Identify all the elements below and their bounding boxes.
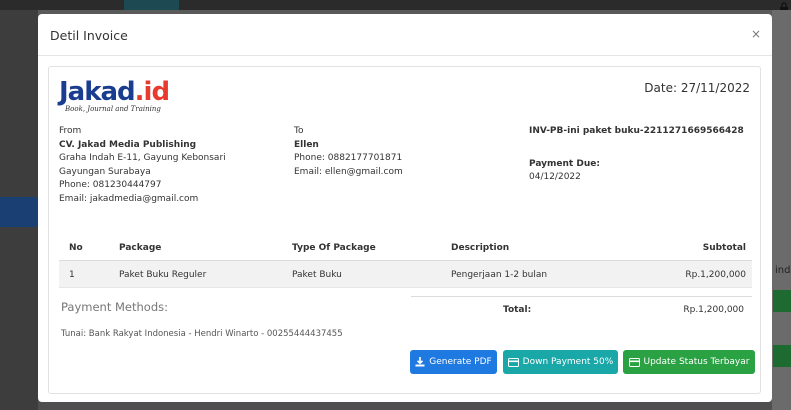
invoice-table: No Package Type Of Package Description S… <box>59 235 752 288</box>
download-icon <box>415 357 425 367</box>
cell-package: Paket Buku Reguler <box>119 270 207 280</box>
background-sidebar-active-item <box>0 197 38 227</box>
from-address-1: Graha Indah E-11, Gayung Kebonsari <box>59 153 226 163</box>
payment-due-label: Payment Due: <box>529 158 600 169</box>
close-button[interactable]: × <box>748 25 764 43</box>
cell-subtotal: Rp.1,200,000 <box>685 270 746 280</box>
credit-card-icon <box>628 357 640 367</box>
from-block: From CV. Jakad Media Publishing Graha In… <box>59 125 279 206</box>
background-tab <box>124 0 179 10</box>
header-description: Description <box>451 243 510 253</box>
total-divider <box>411 296 752 297</box>
table-header: No Package Type Of Package Description S… <box>59 235 752 261</box>
to-name: Ellen <box>294 139 319 150</box>
to-label: To <box>294 126 304 136</box>
background-bottom <box>38 402 772 410</box>
header-no: No <box>69 243 83 253</box>
logo-tagline: Book, Journal and Training <box>65 105 161 113</box>
to-block: To Ellen Phone: 0882177701871 Email: ell… <box>294 125 494 179</box>
cell-no: 1 <box>69 270 75 280</box>
total-value: Rp.1,200,000 <box>683 305 744 315</box>
invoice-number: INV-PB-ini paket buku-2211271669566428 <box>529 126 744 136</box>
payment-methods-title: Payment Methods: <box>61 300 168 314</box>
table-row: 1 Paket Buku Reguler Paket Buku Pengerja… <box>59 261 752 288</box>
credit-card-icon <box>507 357 519 367</box>
invoice-info-block: INV-PB-ini paket buku-2211271669566428 P… <box>529 125 754 185</box>
invoice-modal: Detil Invoice × Jakad.id Book, Journal a… <box>38 14 772 402</box>
generate-pdf-button[interactable]: Generate PDF <box>410 350 497 374</box>
from-address-2: Gayungan Surabaya <box>59 166 151 177</box>
to-email: Email: ellen@gmail.com <box>294 166 403 177</box>
to-phone: Phone: 0882177701871 <box>294 153 403 163</box>
background-topbar <box>0 0 791 10</box>
from-name: CV. Jakad Media Publishing <box>59 139 197 150</box>
cell-type: Paket Buku <box>292 270 342 280</box>
background-text: ind <box>775 265 791 276</box>
header-type: Type Of Package <box>292 243 376 253</box>
header-subtotal: Subtotal <box>702 243 746 253</box>
from-email: Email: jakadmedia@gmail.com <box>59 193 199 204</box>
payment-due-date: 04/12/2022 <box>529 172 581 182</box>
from-label: From <box>59 126 82 136</box>
invoice-card: Jakad.id Book, Journal and Training Date… <box>48 66 761 394</box>
modal-title: Detil Invoice <box>50 28 128 43</box>
company-logo: Jakad.id Book, Journal and Training <box>59 77 189 125</box>
down-payment-label: Down Payment 50% <box>522 357 614 367</box>
from-phone: Phone: 081230444797 <box>59 180 162 190</box>
payment-methods-text: Tunai: Bank Rakyat Indonesia - Hendri Wi… <box>61 329 343 339</box>
invoice-date: Date: 27/11/2022 <box>644 81 750 95</box>
background-edit-button <box>773 345 791 367</box>
generate-pdf-label: Generate PDF <box>429 357 492 367</box>
header-package: Package <box>119 243 162 253</box>
total-label: Total: <box>503 305 532 315</box>
logo-suffix: .id <box>134 77 170 107</box>
cell-description: Pengerjaan 1-2 bulan <box>451 270 548 280</box>
update-status-label: Update Status Terbayar <box>643 357 750 367</box>
down-payment-button[interactable]: Down Payment 50% <box>503 350 618 374</box>
logo-main: Jakad <box>59 77 136 107</box>
update-status-button[interactable]: Update Status Terbayar <box>623 350 755 374</box>
background-edit-button <box>773 290 791 312</box>
modal-header: Detil Invoice × <box>38 14 772 56</box>
